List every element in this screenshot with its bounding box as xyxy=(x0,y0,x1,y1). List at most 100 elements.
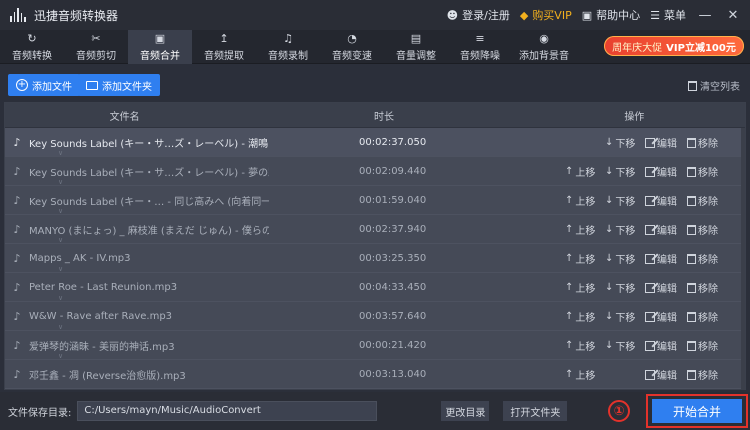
move-down-button[interactable]: 下移 xyxy=(605,193,645,208)
arrow-down-icon xyxy=(605,224,613,235)
trash-icon xyxy=(687,311,696,322)
save-dir-label: 文件保存目录: xyxy=(8,407,72,419)
remove-button[interactable]: 移除 xyxy=(687,193,727,208)
table-row[interactable]: ♪ Key Sounds Label (キー・サ…ズ・レーベル) - 夢の跡 0… xyxy=(5,157,745,186)
move-up-button[interactable]: 上移 xyxy=(565,309,605,324)
header-duration: 时长 xyxy=(373,111,394,123)
table-scrollbar[interactable] xyxy=(741,128,745,390)
remove-button[interactable]: 移除 xyxy=(687,222,727,237)
arrow-up-icon xyxy=(565,166,573,177)
edit-button[interactable]: 编辑 xyxy=(645,164,685,179)
arrow-up-icon xyxy=(565,253,573,264)
move-down-button[interactable]: 下移 xyxy=(605,164,645,179)
table-row[interactable]: ♪ 爱弹琴的涵昧 - 美丽的神话.mp3 00:00:21.420 ∨ 上移 下… xyxy=(5,331,745,360)
move-down-button[interactable]: 下移 xyxy=(605,338,645,353)
move-up-button[interactable]: 上移 xyxy=(565,367,605,382)
file-duration: 00:00:21.420 xyxy=(359,339,427,351)
tab-add-background[interactable]: ◉ 添加背景音 xyxy=(512,30,576,64)
tab-audio-merge[interactable]: ▣ 音频合并 xyxy=(128,30,192,64)
add-file-button[interactable]: + 添加文件 xyxy=(8,74,80,96)
move-down-button[interactable]: 下移 xyxy=(605,251,645,266)
edit-icon xyxy=(645,311,655,322)
help-center-button[interactable]: ▣ 帮助中心 xyxy=(582,7,640,23)
start-merge-highlight: 开始合并 xyxy=(646,394,748,428)
move-down-button[interactable]: 下移 xyxy=(605,135,645,150)
move-up-button[interactable]: 上移 xyxy=(565,280,605,295)
arrow-up-icon xyxy=(565,340,573,351)
remove-button[interactable]: 移除 xyxy=(687,135,727,150)
music-note-icon: ♪ xyxy=(13,309,21,323)
merge-connector-icon: ∨ xyxy=(58,352,64,360)
edit-button[interactable]: 编辑 xyxy=(645,367,685,382)
music-note-icon: ♪ xyxy=(13,135,21,149)
change-dir-button[interactable]: 更改目录 xyxy=(441,401,490,421)
table-row[interactable]: ♪ W&W - Rave after Rave.mp3 00:03:57.640… xyxy=(5,302,745,331)
remove-button[interactable]: 移除 xyxy=(687,251,727,266)
remove-button[interactable]: 移除 xyxy=(687,164,727,179)
table-row[interactable]: ♪ 邓壬鑫 - 凋 (Reverse治愈版).mp3 00:03:13.040 … xyxy=(5,360,745,389)
plus-icon: + xyxy=(16,79,28,91)
clear-list-button[interactable]: 清空列表 xyxy=(688,78,740,93)
arrow-down-icon xyxy=(605,253,613,264)
app-logo-icon xyxy=(10,8,26,22)
remove-button[interactable]: 移除 xyxy=(687,280,727,295)
edit-icon xyxy=(645,282,655,293)
trash-icon xyxy=(687,166,696,177)
move-up-button[interactable]: 上移 xyxy=(565,222,605,237)
edit-button[interactable]: 编辑 xyxy=(645,222,685,237)
table-row[interactable]: ♪ Mapps _ AK - IV.mp3 00:03:25.350 ∨ 上移 … xyxy=(5,244,745,273)
edit-button[interactable]: 编辑 xyxy=(645,309,685,324)
move-up-button[interactable]: 上移 xyxy=(565,251,605,266)
minimize-icon[interactable]: — xyxy=(696,8,714,23)
close-icon[interactable]: ✕ xyxy=(724,8,742,23)
tab-audio-record[interactable]: ♫ 音频录制 xyxy=(256,30,320,64)
tab-audio-denoise[interactable]: ≡ 音频降噪 xyxy=(448,30,512,64)
arrow-down-icon xyxy=(605,137,613,148)
file-duration: 00:02:37.940 xyxy=(359,223,427,235)
open-folder-button[interactable]: 打开文件夹 xyxy=(503,401,568,421)
move-up-button[interactable]: 上移 xyxy=(565,164,605,179)
edit-button[interactable]: 编辑 xyxy=(645,193,685,208)
header-filename: 文件名 xyxy=(109,111,140,123)
move-down-button[interactable]: 下移 xyxy=(605,309,645,324)
trash-icon xyxy=(687,340,696,351)
table-row[interactable]: ♪ Key Sounds Label (キー・… - 同じ高みへ (向着同一高 … xyxy=(5,186,745,215)
edit-button[interactable]: 编辑 xyxy=(645,280,685,295)
move-down-button[interactable]: 下移 xyxy=(605,222,645,237)
merge-connector-icon: ∨ xyxy=(58,149,64,157)
file-duration: 00:03:57.640 xyxy=(359,310,427,322)
tab-volume-adjust[interactable]: ▤ 音量调整 xyxy=(384,30,448,64)
file-name: 邓壬鑫 - 凋 (Reverse治愈版).mp3 xyxy=(29,370,186,382)
start-merge-button[interactable]: 开始合并 xyxy=(652,399,742,423)
edit-button[interactable]: 编辑 xyxy=(645,338,685,353)
menu-button[interactable]: ☰ 菜单 xyxy=(650,7,686,23)
trash-icon xyxy=(687,253,696,264)
add-folder-button[interactable]: 添加文件夹 xyxy=(78,74,160,96)
table-row[interactable]: ♪ Peter Roe - Last Reunion.mp3 00:04:33.… xyxy=(5,273,745,302)
edit-button[interactable]: 编辑 xyxy=(645,251,685,266)
remove-button[interactable]: 移除 xyxy=(687,338,727,353)
save-path-field[interactable]: C:/Users/mayn/Music/AudioConvert xyxy=(77,401,378,421)
move-up-button[interactable]: 上移 xyxy=(565,193,605,208)
tab-audio-speed[interactable]: ◔ 音频变速 xyxy=(320,30,384,64)
move-down-button[interactable]: 下移 xyxy=(605,280,645,295)
file-name: W&W - Rave after Rave.mp3 xyxy=(29,310,173,322)
tab-audio-convert[interactable]: ↻ 音频转换 xyxy=(0,30,64,64)
login-button[interactable]: ☻ 登录/注册 xyxy=(447,7,510,23)
buy-vip-button[interactable]: ◆ 购买VIP xyxy=(520,7,572,23)
arrow-up-icon xyxy=(565,369,573,380)
edit-button[interactable]: 编辑 xyxy=(645,135,685,150)
microphone-icon: ♫ xyxy=(283,32,293,45)
app-title: 迅捷音频转换器 xyxy=(34,8,119,23)
tab-audio-extract[interactable]: ↥ 音频提取 xyxy=(192,30,256,64)
file-duration: 00:01:59.040 xyxy=(359,194,427,206)
arrow-up-icon xyxy=(565,311,573,322)
move-up-button[interactable]: 上移 xyxy=(565,338,605,353)
table-row[interactable]: ♪ Key Sounds Label (キー・サ…ズ・レーベル) - 潮鳴り 0… xyxy=(5,128,745,157)
tab-audio-cut[interactable]: ✂ 音频剪切 xyxy=(64,30,128,64)
table-row[interactable]: ♪ MANYO (まにょっ) _ 麻枝准 (まえだ じゅん) - 僕らの… 00… xyxy=(5,215,745,244)
remove-button[interactable]: 移除 xyxy=(687,309,727,324)
promo-banner[interactable]: 周年庆大促 VIP立减100元 xyxy=(604,36,744,56)
file-duration: 00:02:37.050 xyxy=(359,136,427,148)
remove-button[interactable]: 移除 xyxy=(687,367,727,382)
